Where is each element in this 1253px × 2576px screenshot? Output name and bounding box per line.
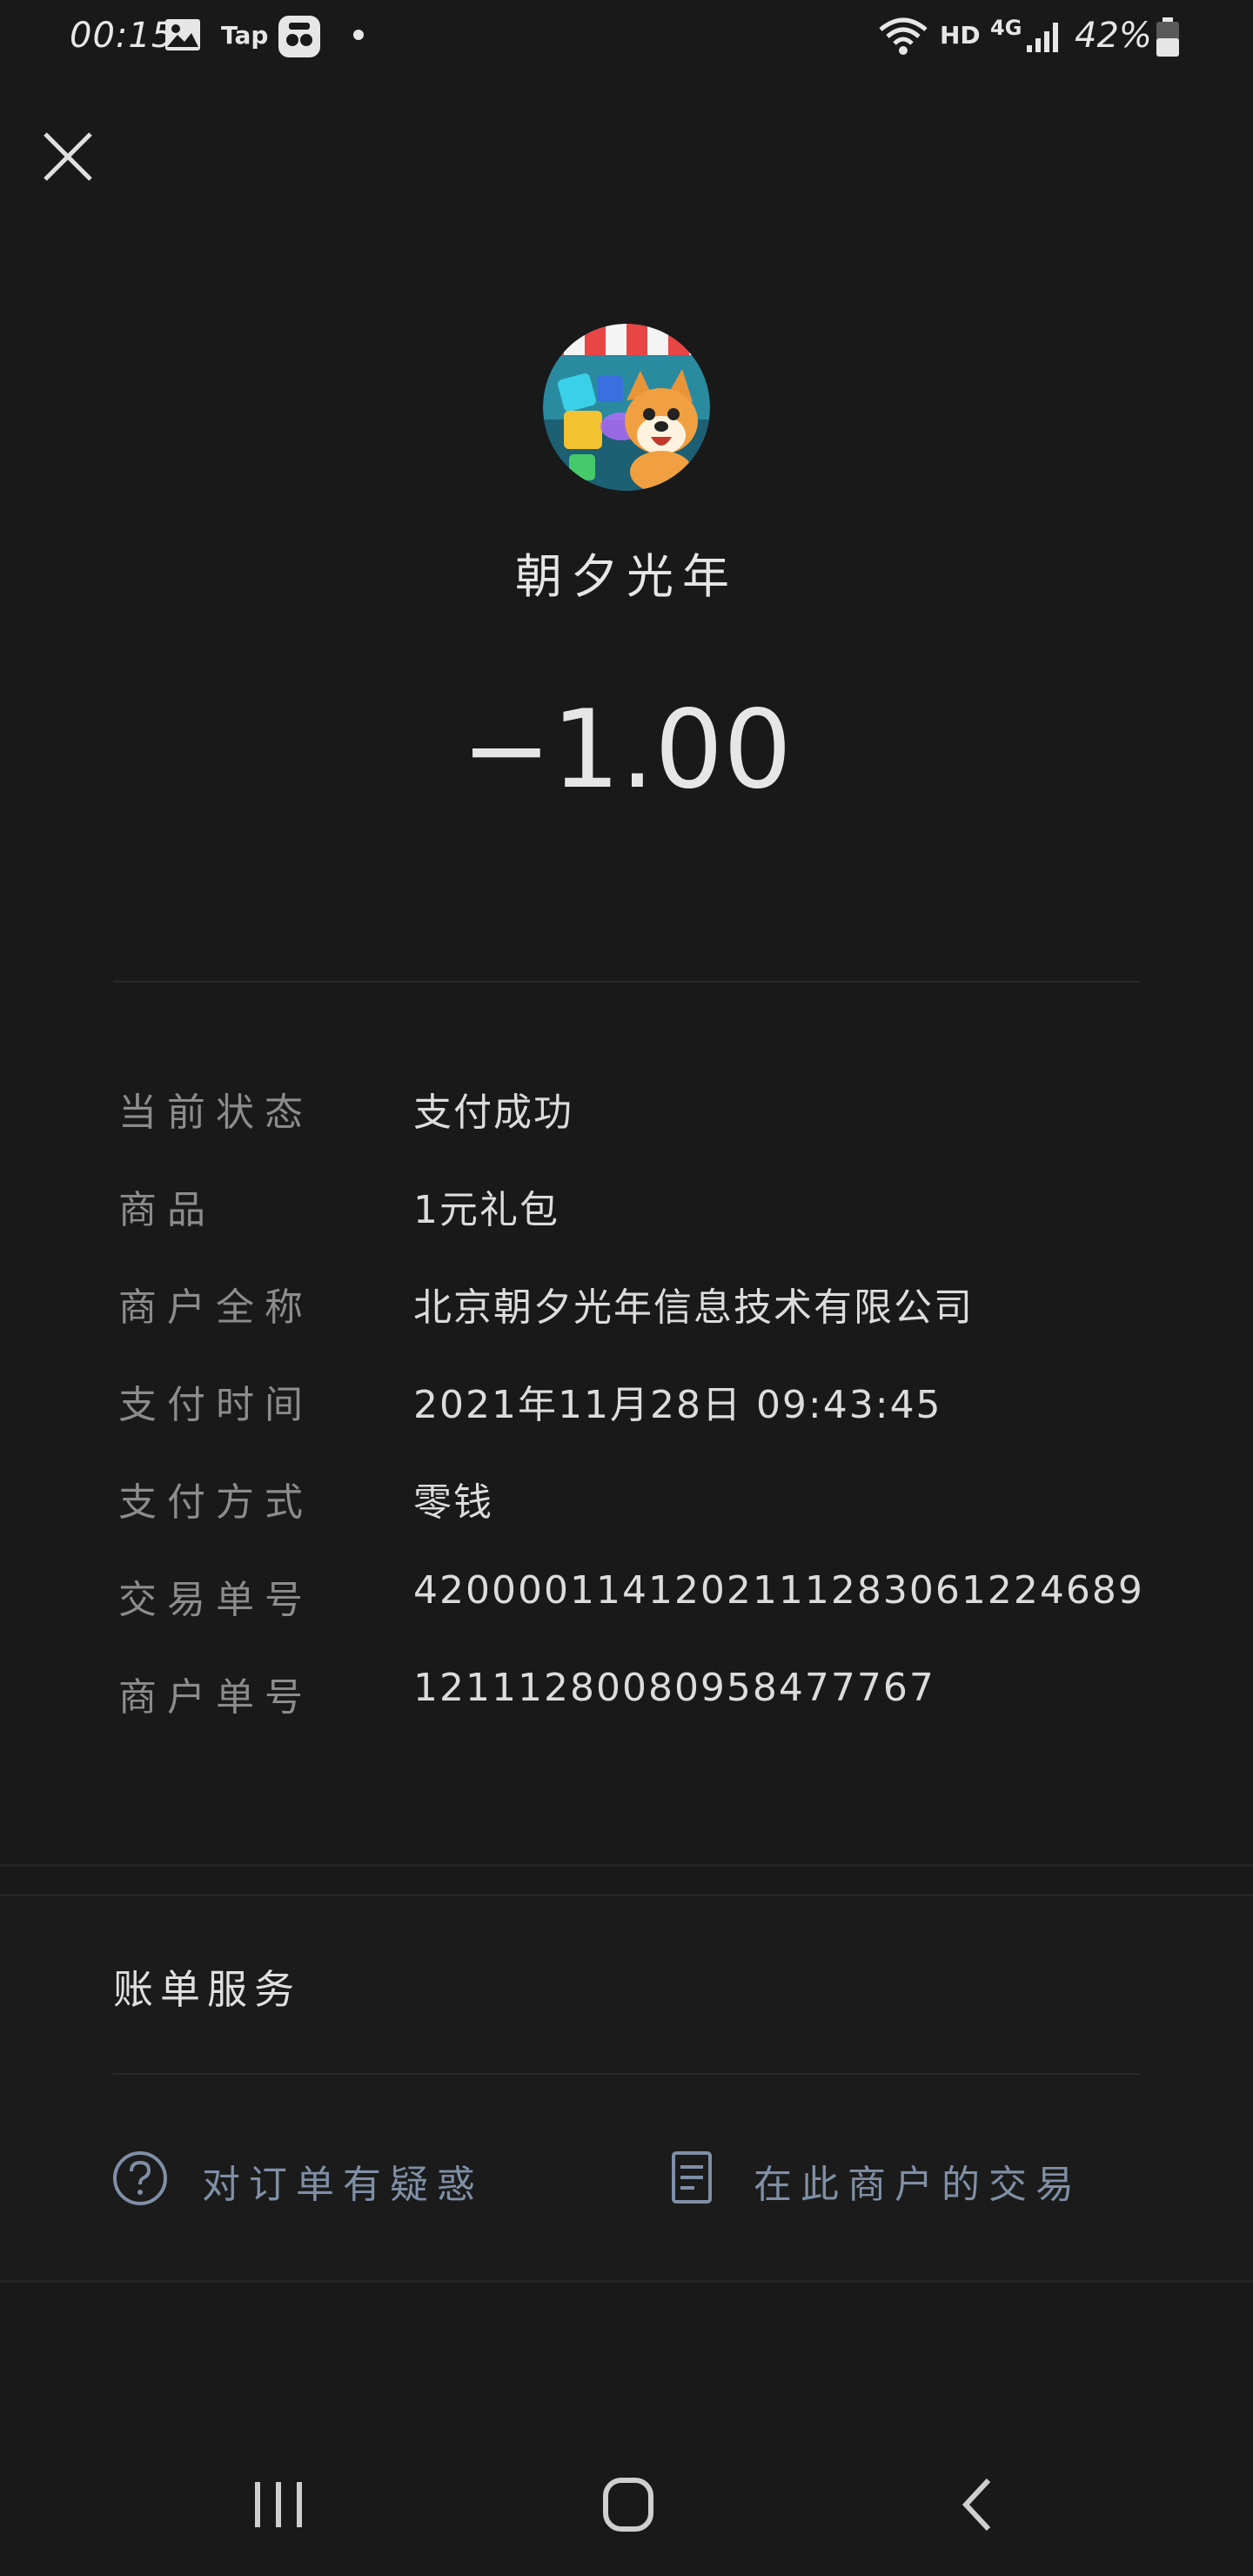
signal-icon — [1025, 19, 1063, 57]
home-icon — [603, 2478, 653, 2532]
system-nav-bar — [0, 2437, 1253, 2576]
status-app-label: Tap — [221, 21, 269, 50]
detail-label: 交易单号 — [118, 1578, 313, 1622]
section-divider — [0, 1894, 1253, 1896]
back-button[interactable] — [935, 2472, 1022, 2541]
document-icon — [663, 2150, 720, 2207]
notification-dot-icon — [352, 28, 365, 45]
divider — [113, 2073, 1140, 2075]
detail-row-merchant-fullname: 商户全称 北京朝夕光年信息技术有限公司 — [113, 1267, 1140, 1337]
recents-icon — [255, 2482, 302, 2527]
detail-label: 当前状态 — [118, 1090, 313, 1135]
status-time: 00:15 — [70, 16, 175, 56]
merchant-transactions-button[interactable]: 在此商户的交易 — [663, 2150, 1150, 2210]
bill-service-section — [0, 1895, 1253, 2280]
wifi-icon — [877, 16, 929, 61]
detail-label: 商户单号 — [118, 1675, 313, 1720]
back-icon — [962, 2478, 991, 2532]
detail-row-pay-time: 支付时间 2021年11月28日 09:43:45 — [113, 1365, 1140, 1434]
merchant-transactions-label: 在此商户的交易 — [754, 2163, 1082, 2207]
detail-value: 2021年11月28日 09:43:45 — [413, 1383, 942, 1427]
detail-value[interactable]: 1211128008095847776​7 — [413, 1666, 935, 1710]
detail-label: 支付时间 — [118, 1383, 313, 1427]
order-question-button[interactable]: 对订单有疑惑 — [111, 2150, 564, 2210]
detail-value[interactable]: 4200001141202111283061224689 — [413, 1568, 1144, 1613]
section-divider — [0, 2280, 1253, 2283]
home-button[interactable] — [585, 2472, 672, 2541]
network-hd-label: HD — [940, 21, 981, 50]
merchant-avatar — [543, 324, 710, 491]
detail-label: 商品 — [118, 1188, 216, 1232]
game-app-icon — [277, 14, 322, 63]
detail-row-transaction-no: 交易单号 4200001141202111283061224689 — [113, 1560, 1142, 1629]
bill-service-title: 账单服务 — [113, 1966, 301, 2013]
section-divider — [0, 1864, 1253, 1867]
battery-icon — [1156, 17, 1180, 61]
status-bar: 00:15 Tap HD 4G 42% — [0, 0, 1253, 73]
detail-row-product: 商品 1元礼包 — [113, 1170, 1140, 1239]
detail-value: 支付成功 — [413, 1090, 573, 1135]
order-question-label: 对订单有疑惑 — [202, 2163, 484, 2207]
detail-label: 商户全称 — [118, 1285, 313, 1330]
detail-row-pay-method: 支付方式 零钱 — [113, 1462, 1140, 1532]
detail-value: 1元礼包 — [413, 1188, 559, 1232]
merchant-name: 朝夕光年 — [515, 549, 738, 604]
close-button[interactable] — [38, 127, 97, 186]
detail-value: 北京朝夕光年信息技术有限公司 — [413, 1285, 974, 1330]
battery-level: 42% — [1075, 16, 1152, 56]
recents-button[interactable] — [235, 2472, 322, 2541]
close-icon — [44, 132, 92, 181]
detail-row-status: 当前状态 支付成功 — [113, 1072, 1140, 1142]
detail-label: 支付方式 — [118, 1480, 313, 1525]
detail-row-merchant-order-no: 商户单号 1211128008095847776​7 — [113, 1657, 1140, 1727]
detail-value: 零钱 — [413, 1480, 493, 1525]
gallery-icon — [164, 17, 202, 56]
payment-amount: −1.00 — [461, 688, 792, 813]
network-type-label: 4G — [990, 16, 1022, 40]
divider — [113, 981, 1140, 983]
question-icon — [111, 2150, 169, 2207]
